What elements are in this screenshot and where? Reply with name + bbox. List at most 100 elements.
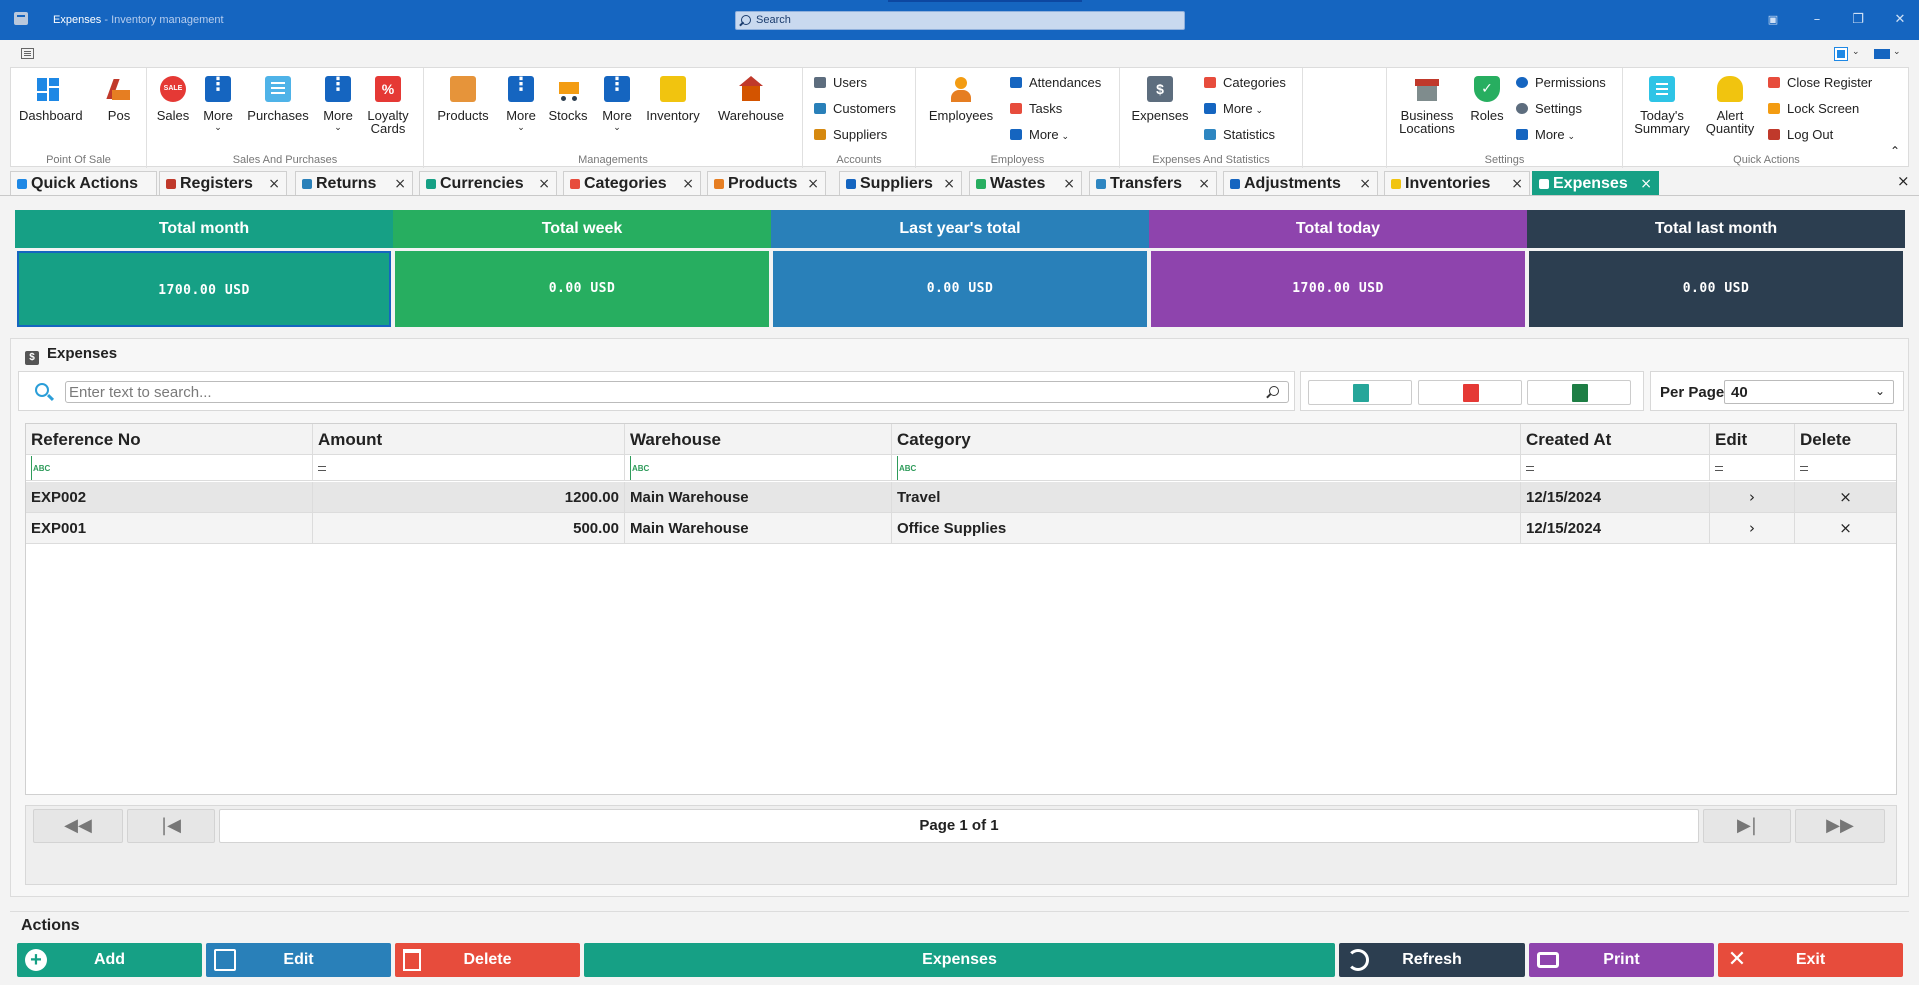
- last-page-button[interactable]: ▶▶: [1795, 809, 1885, 843]
- lock-screen-button[interactable]: Lock Screen: [1768, 101, 1859, 116]
- tab-suppliers[interactable]: Suppliers ×: [839, 171, 962, 195]
- tab-adjustments[interactable]: Adjustments ×: [1223, 171, 1378, 195]
- exit-button[interactable]: ✕ Exit: [1718, 943, 1903, 977]
- header-delete[interactable]: Delete: [1795, 424, 1896, 454]
- filter-amount[interactable]: [313, 455, 625, 480]
- first-page-button[interactable]: ◀◀: [33, 809, 123, 843]
- statistics-button[interactable]: Statistics: [1204, 127, 1275, 142]
- edit-button[interactable]: Edit: [206, 943, 391, 977]
- tab-currencies[interactable]: Currencies ×: [419, 171, 557, 195]
- suppliers-button[interactable]: Suppliers: [814, 127, 887, 142]
- dashboard-button[interactable]: Dashboard: [19, 76, 83, 122]
- loyalty-cards-button[interactable]: % Loyalty Cards: [363, 76, 413, 135]
- permissions-button[interactable]: Permissions: [1516, 75, 1606, 90]
- filter-reference-no[interactable]: ABC: [26, 455, 313, 480]
- settings-more-button[interactable]: More ⌄: [1516, 127, 1575, 142]
- close-icon[interactable]: ×: [268, 176, 280, 192]
- expenses-more-button[interactable]: More ⌄: [1204, 101, 1263, 116]
- products-more-button[interactable]: More ⌄: [504, 76, 538, 135]
- edit-row-button[interactable]: ›: [1710, 513, 1795, 543]
- filter-category[interactable]: ABC: [892, 455, 1521, 480]
- log-out-button[interactable]: Log Out: [1768, 127, 1833, 142]
- card-total-week-value[interactable]: 0.00 USD: [395, 251, 769, 327]
- layout-chevron-icon[interactable]: ⌄: [1852, 47, 1860, 57]
- document-menu-icon[interactable]: [21, 48, 34, 59]
- add-button[interactable]: + Add: [17, 943, 202, 977]
- next-page-button[interactable]: ▶|: [1703, 809, 1791, 843]
- table-row[interactable]: EXP001 500.00 Main Warehouse Office Supp…: [26, 513, 1896, 544]
- tab-registers[interactable]: Registers ×: [159, 171, 287, 195]
- tab-returns[interactable]: Returns ×: [295, 171, 413, 195]
- employees-button[interactable]: Employees: [925, 76, 997, 122]
- close-button[interactable]: ✕: [1892, 12, 1908, 28]
- header-edit[interactable]: Edit: [1710, 424, 1795, 454]
- filter-delete[interactable]: [1795, 455, 1896, 480]
- delete-row-button[interactable]: ×: [1795, 482, 1896, 512]
- search-submit-icon[interactable]: [1269, 386, 1279, 396]
- close-icon[interactable]: ×: [682, 176, 694, 192]
- collapse-ribbon-icon[interactable]: ⌃: [1890, 144, 1900, 158]
- minimize-button[interactable]: –: [1809, 12, 1825, 28]
- header-category[interactable]: Category: [892, 424, 1521, 454]
- previous-page-button[interactable]: |◀: [127, 809, 215, 843]
- per-page-select[interactable]: 40 ⌄: [1724, 380, 1894, 404]
- tab-categories[interactable]: Categories ×: [563, 171, 701, 195]
- tab-transfers[interactable]: Transfers ×: [1089, 171, 1217, 195]
- tab-expenses[interactable]: Expenses ×: [1532, 171, 1659, 195]
- attendances-button[interactable]: Attendances: [1010, 75, 1101, 90]
- pin-window-button[interactable]: ▣: [1765, 12, 1781, 28]
- employees-more-button[interactable]: More ⌄: [1010, 127, 1069, 142]
- layout-icon[interactable]: [1834, 47, 1848, 61]
- business-locations-button[interactable]: Business Locations: [1393, 76, 1461, 135]
- categories-button[interactable]: Categories: [1204, 75, 1286, 90]
- close-icon[interactable]: ×: [1640, 176, 1652, 192]
- close-icon[interactable]: ×: [1511, 176, 1523, 192]
- header-warehouse[interactable]: Warehouse: [625, 424, 892, 454]
- search-input[interactable]: [65, 381, 1289, 403]
- theme-chevron-icon[interactable]: ⌄: [1893, 47, 1901, 57]
- tab-wastes[interactable]: Wastes ×: [969, 171, 1082, 195]
- roles-button[interactable]: ✓ Roles: [1467, 76, 1507, 122]
- customers-button[interactable]: Customers: [814, 101, 896, 116]
- close-all-tabs-icon[interactable]: ×: [1897, 172, 1910, 190]
- tab-products[interactable]: Products ×: [707, 171, 826, 195]
- filter-warehouse[interactable]: ABC: [625, 455, 892, 480]
- tab-inventories[interactable]: Inventories ×: [1384, 171, 1530, 195]
- print-button[interactable]: Print: [1529, 943, 1714, 977]
- export-excel-button[interactable]: [1527, 380, 1631, 405]
- expenses-action-button[interactable]: Expenses: [584, 943, 1335, 977]
- tab-quick-actions[interactable]: Quick Actions: [10, 171, 157, 195]
- purchases-more-button[interactable]: More ⌄: [321, 76, 355, 135]
- close-icon[interactable]: ×: [807, 176, 819, 192]
- warehouse-button[interactable]: Warehouse: [714, 76, 788, 122]
- filter-created-at[interactable]: [1521, 455, 1710, 480]
- close-icon[interactable]: ×: [1198, 176, 1210, 192]
- stocks-more-button[interactable]: More ⌄: [600, 76, 634, 135]
- delete-button[interactable]: Delete: [395, 943, 580, 977]
- theme-icon[interactable]: [1874, 49, 1890, 59]
- sales-button[interactable]: SALE Sales: [155, 76, 191, 122]
- expenses-button[interactable]: $ Expenses: [1128, 76, 1192, 122]
- tasks-button[interactable]: Tasks: [1010, 101, 1062, 116]
- users-button[interactable]: Users: [814, 75, 867, 90]
- pos-button[interactable]: Pos: [102, 76, 136, 122]
- close-icon[interactable]: ×: [1359, 176, 1371, 192]
- filter-edit[interactable]: [1710, 455, 1795, 480]
- alert-quantity-button[interactable]: Alert Quantity: [1703, 76, 1757, 135]
- close-register-button[interactable]: Close Register: [1768, 75, 1872, 90]
- close-icon[interactable]: ×: [943, 176, 955, 192]
- products-button[interactable]: Products: [434, 76, 492, 122]
- header-amount[interactable]: Amount: [313, 424, 625, 454]
- export-pdf-button[interactable]: [1418, 380, 1522, 405]
- refresh-button[interactable]: Refresh: [1339, 943, 1525, 977]
- delete-row-button[interactable]: ×: [1795, 513, 1896, 543]
- inventory-button[interactable]: Inventory: [641, 76, 705, 122]
- global-search-box[interactable]: Search: [735, 11, 1185, 30]
- card-last-year-value[interactable]: 0.00 USD: [773, 251, 1147, 327]
- restore-button[interactable]: ❐: [1850, 12, 1866, 28]
- export-csv-button[interactable]: [1308, 380, 1412, 405]
- close-icon[interactable]: ×: [394, 176, 406, 192]
- header-created-at[interactable]: Created At: [1521, 424, 1710, 454]
- purchases-button[interactable]: Purchases: [244, 76, 312, 122]
- card-total-today-value[interactable]: 1700.00 USD: [1151, 251, 1525, 327]
